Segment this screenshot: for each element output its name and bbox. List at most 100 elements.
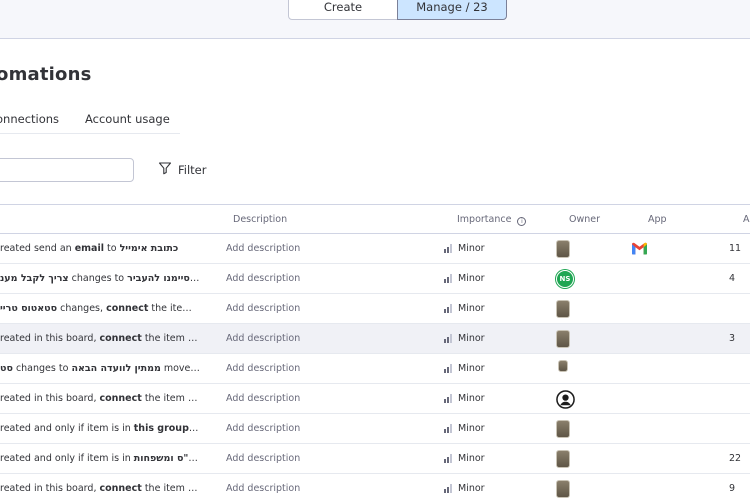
photo-avatar [558, 360, 568, 372]
recipe-text: the item w... [141, 483, 200, 494]
column-importance[interactable]: Importance i [457, 214, 527, 226]
importance-cell[interactable]: Minor [444, 453, 485, 464]
importance-cell[interactable]: Minor [444, 333, 485, 344]
automation-recipe[interactable]: סטאטוס טריי changes, connect the item ..… [0, 303, 200, 314]
column-description[interactable]: Description [233, 214, 287, 225]
tab-account-usage[interactable]: Account usage [85, 112, 170, 126]
usage-count: 9 [729, 483, 736, 494]
importance-cell[interactable]: Minor [444, 363, 485, 374]
importance-label: Minor [458, 423, 485, 434]
filter-icon [158, 161, 172, 178]
importance-label: Minor [458, 363, 485, 374]
manage-button[interactable]: Manage / 23 [397, 0, 507, 20]
table-row[interactable]: reated send an email to כתובת אימייל Add … [0, 234, 750, 264]
recipe-text: connect [106, 303, 149, 314]
table-row[interactable]: reated and only if item is in ו"ס ומשפחו… [0, 444, 750, 474]
owner-avatar[interactable] [556, 300, 573, 318]
table-row[interactable]: reated and only if item is in this group… [0, 414, 750, 444]
add-description-link[interactable]: Add description [226, 393, 300, 404]
owner-avatar[interactable] [556, 330, 573, 348]
table-row[interactable]: סטאטוס טריי changes, connect the item ..… [0, 294, 750, 324]
importance-label: Minor [458, 303, 485, 314]
search-input[interactable] [0, 158, 134, 182]
importance-label: Minor [458, 333, 485, 344]
tab-connections[interactable]: onnections [0, 112, 59, 126]
importance-label: Minor [458, 483, 485, 494]
table-row[interactable]: reated in this board, connect the item w… [0, 324, 750, 354]
importance-cell[interactable]: Minor [444, 303, 485, 314]
table-row[interactable]: reated in this board, connect the item w… [0, 384, 750, 414]
info-icon[interactable]: i [517, 217, 527, 226]
automation-recipe[interactable]: reated in this board, connect the item w… [0, 333, 200, 344]
table-row[interactable]: צריך לקבל מענ changes to סיימנו להעביר..… [0, 264, 750, 294]
usage-count: 4 [729, 273, 736, 284]
owner-avatar[interactable] [556, 420, 573, 438]
gmail-icon[interactable] [631, 242, 648, 258]
importance-bars-icon [444, 394, 452, 403]
recipe-text: צריך לקבל מענ [0, 273, 69, 284]
recipe-text: the item w... [141, 333, 200, 344]
recipe-text: reated and only if item is in [0, 453, 134, 464]
photo-avatar [556, 330, 570, 348]
importance-bars-icon [444, 424, 452, 433]
recipe-text: this group n... [133, 423, 200, 434]
recipe-text: ממתין לוועדה הבאה [71, 363, 161, 374]
owner-avatar[interactable] [556, 360, 573, 377]
importance-cell[interactable]: Minor [444, 273, 485, 284]
importance-cell[interactable]: Minor [444, 423, 485, 434]
recipe-text: סט [0, 363, 13, 374]
recipe-text: reated in this board, [0, 393, 100, 404]
recipe-text: the item w... [141, 393, 200, 404]
automation-recipe[interactable]: reated in this board, connect the item w… [0, 483, 200, 494]
recipe-text: connect [99, 483, 142, 494]
photo-avatar [556, 420, 570, 438]
initials-avatar: NS [556, 270, 574, 288]
recipe-text: move ... [160, 363, 200, 374]
tabs-bar: onnections Account usage [0, 110, 180, 134]
column-owner[interactable]: Owner [569, 214, 600, 225]
add-description-link[interactable]: Add description [226, 303, 300, 314]
automation-recipe[interactable]: סט changes to ממתין לוועדה הבאה move ... [0, 363, 200, 374]
recipe-text: changes to [68, 273, 128, 284]
recipe-text: changes, [57, 303, 107, 314]
owner-avatar[interactable] [556, 480, 573, 498]
filter-button[interactable]: Filter [158, 161, 206, 178]
recipe-text: reated and only if item is in [0, 423, 134, 434]
add-description-link[interactable]: Add description [226, 243, 300, 254]
importance-bars-icon [444, 334, 452, 343]
table-row[interactable]: reated in this board, connect the item w… [0, 474, 750, 500]
importance-label: Minor [458, 273, 485, 284]
automations-table: Description Importance i Owner App A rea… [0, 204, 750, 500]
add-description-link[interactable]: Add description [226, 453, 300, 464]
add-description-link[interactable]: Add description [226, 333, 300, 344]
add-description-link[interactable]: Add description [226, 273, 300, 284]
owner-avatar[interactable] [556, 390, 575, 409]
recipe-text: reated in this board, [0, 483, 100, 494]
importance-cell[interactable]: Minor [444, 393, 485, 404]
automation-recipe[interactable]: reated and only if item is in this group… [0, 423, 200, 434]
add-description-link[interactable]: Add description [226, 423, 300, 434]
photo-avatar [556, 480, 570, 498]
recipe-text: ו"ס ומשפחות... [133, 453, 200, 464]
column-app[interactable]: App [648, 214, 667, 225]
recipe-text: reated send an [0, 243, 75, 254]
importance-cell[interactable]: Minor [444, 243, 485, 254]
usage-count: 11 [729, 243, 742, 254]
create-button[interactable]: Create [288, 0, 398, 20]
automation-recipe[interactable]: צריך לקבל מענ changes to סיימנו להעביר..… [0, 273, 200, 284]
owner-avatar[interactable]: NS [556, 270, 574, 288]
owner-avatar[interactable] [556, 450, 573, 468]
add-description-link[interactable]: Add description [226, 363, 300, 374]
recipe-text: the item ... [148, 303, 200, 314]
automation-recipe[interactable]: reated and only if item is in ו"ס ומשפחו… [0, 453, 200, 464]
importance-label: Minor [458, 453, 485, 464]
owner-avatar[interactable] [556, 240, 573, 258]
automation-recipe[interactable]: reated in this board, connect the item w… [0, 393, 200, 404]
column-last[interactable]: A [743, 214, 750, 225]
recipe-text: סטאטוס טריי [0, 303, 58, 314]
add-description-link[interactable]: Add description [226, 483, 300, 494]
importance-cell[interactable]: Minor [444, 483, 485, 494]
table-row[interactable]: סט changes to ממתין לוועדה הבאה move ...… [0, 354, 750, 384]
table-header: Description Importance i Owner App A [0, 205, 750, 234]
automation-recipe[interactable]: reated send an email to כתובת אימייל [0, 243, 200, 254]
